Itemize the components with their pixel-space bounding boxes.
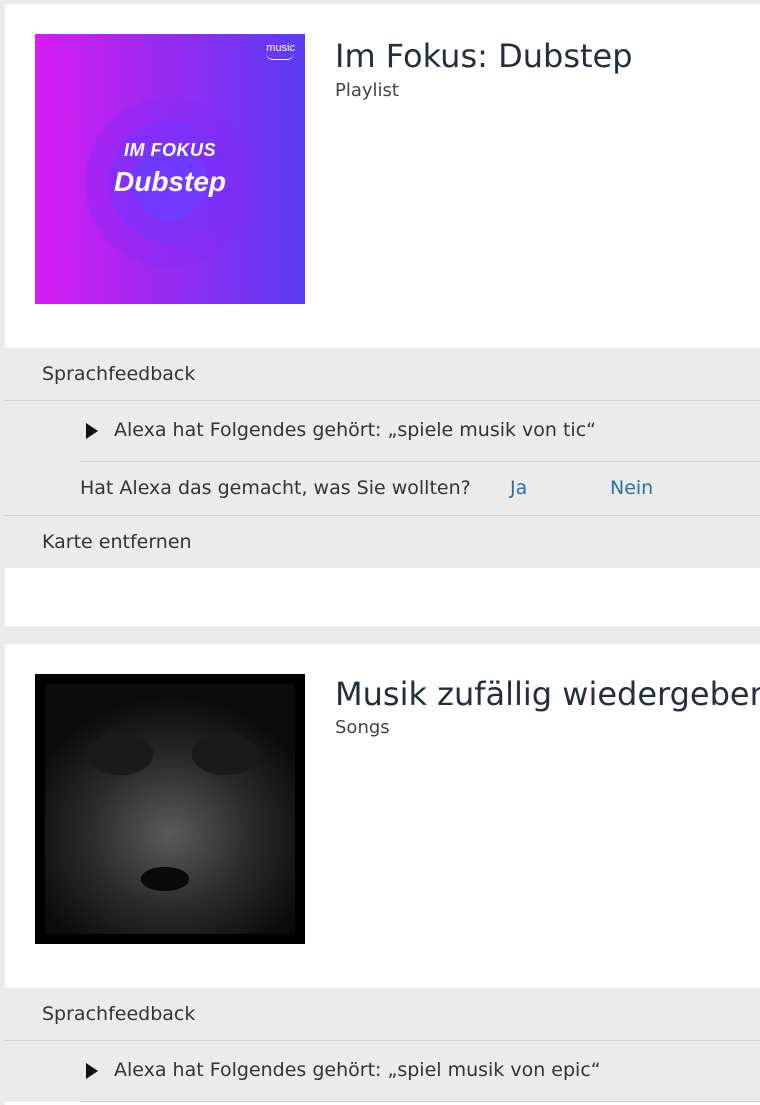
album-photo-image[interactable] xyxy=(35,674,305,944)
playlist-cover-image[interactable]: music IM FOKUS Dubstep xyxy=(35,34,305,304)
feedback-question: Hat Alexa das gemacht, was Sie wollten? xyxy=(80,477,471,499)
card-subtitle: Songs xyxy=(335,717,390,738)
card-subtitle: Playlist xyxy=(335,80,399,101)
activity-card-1: music IM FOKUS Dubstep Im Fokus: Dubstep… xyxy=(5,4,760,626)
activity-card-2: Musik zufällig wiedergeben Songs Sprachf… xyxy=(5,644,760,1105)
card-title[interactable]: Im Fokus: Dubstep xyxy=(335,37,633,75)
voice-feedback-header: Sprachfeedback xyxy=(5,348,760,401)
feedback-question-row: Hat Alexa das gemacht, was Sie wollten? … xyxy=(5,462,760,516)
heard-utterance-toggle[interactable]: Alexa hat Folgendes gehört: „spiel musik… xyxy=(80,1041,760,1102)
heard-utterance-toggle[interactable]: Alexa hat Folgendes gehört: „spiele musi… xyxy=(80,401,760,462)
card-content: music IM FOKUS Dubstep Im Fokus: Dubstep… xyxy=(5,4,760,348)
cover-line-2: Dubstep xyxy=(114,166,226,197)
cover-line-1: IM FOKUS xyxy=(124,140,216,160)
voice-feedback-panel: Sprachfeedback Alexa hat Folgendes gehör… xyxy=(5,348,760,568)
play-triangle-icon[interactable] xyxy=(86,1062,98,1079)
heard-utterance-text: Alexa hat Folgendes gehört: „spiele musi… xyxy=(114,419,597,441)
remove-card-button[interactable]: Karte entfernen xyxy=(5,516,760,568)
heard-utterance-text: Alexa hat Folgendes gehört: „spiel musik… xyxy=(114,1059,601,1081)
card-title[interactable]: Musik zufällig wiedergeben xyxy=(335,675,760,713)
amazon-music-logo: music xyxy=(266,42,295,60)
voice-feedback-header: Sprachfeedback xyxy=(5,988,760,1041)
card-spacer xyxy=(5,568,760,626)
card-content: Musik zufällig wiedergeben Songs xyxy=(5,644,760,988)
feedback-yes-button[interactable]: Ja xyxy=(510,462,527,515)
play-triangle-icon[interactable] xyxy=(86,422,98,439)
feedback-no-button[interactable]: Nein xyxy=(610,462,653,515)
voice-feedback-panel: Sprachfeedback Alexa hat Folgendes gehör… xyxy=(5,988,760,1102)
album-photo-icon xyxy=(45,684,295,934)
